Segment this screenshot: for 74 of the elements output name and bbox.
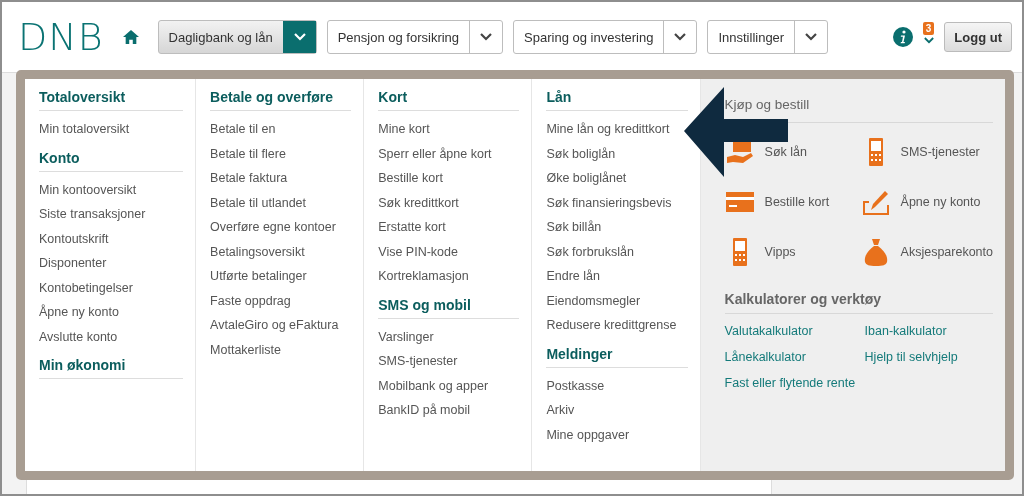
menu-link[interactable]: Søk boliglån — [546, 141, 688, 166]
chevron-icon — [480, 33, 493, 41]
menu-link[interactable]: Søk billån — [546, 215, 688, 240]
info-icon[interactable] — [892, 27, 913, 47]
menu-link[interactable]: Min kontooversikt — [39, 177, 184, 202]
menu-link[interactable]: Mine lån og kredittkort — [546, 117, 688, 142]
menu-link[interactable]: Betale faktura — [210, 166, 352, 191]
nav-dropdown[interactable]: Dagligbank og lån — [157, 20, 317, 54]
menu-link[interactable]: Disponenter — [39, 251, 184, 276]
menu-link[interactable]: Redusere kredittgrense — [546, 313, 688, 338]
section-heading: Kalkulatorer og verktøy — [724, 291, 993, 314]
menu-link[interactable]: Øke boliglånet — [546, 166, 688, 191]
menu-link[interactable]: Kortreklamasjon — [378, 264, 520, 289]
nav-dropdown[interactable]: Sparing og investering — [513, 20, 698, 54]
menu-link[interactable]: BankID på mobil — [378, 398, 520, 423]
menu-link[interactable]: Mine kort — [378, 117, 520, 142]
menu-link[interactable]: Betale til utlandet — [210, 190, 352, 215]
chevron-icon — [674, 33, 687, 41]
menu-link[interactable]: Min totaloversikt — [39, 117, 184, 142]
menu-heading: Kort — [378, 89, 520, 111]
chevron-icon — [805, 33, 818, 41]
chevron-icon — [293, 33, 306, 41]
menu-link[interactable]: Søk lån — [764, 145, 807, 159]
tool-link[interactable]: Iban-kalkulator — [864, 318, 993, 344]
logo[interactable]: DNB — [18, 15, 104, 59]
menu-heading: Betale og overføre — [210, 89, 352, 111]
menu-link[interactable]: Siste transaksjoner — [39, 202, 184, 227]
menu-link[interactable]: Betalingsoversikt — [210, 239, 352, 264]
menu-link[interactable]: Avslutte konto — [39, 324, 184, 349]
menu-link[interactable]: Søk forbrukslån — [546, 239, 688, 264]
menu-link[interactable]: Overføre egne kontoer — [210, 215, 352, 240]
menu-link[interactable]: Sperr eller åpne kort — [378, 141, 520, 166]
menu-link[interactable]: Utførte betalinger — [210, 264, 352, 289]
menu-link[interactable]: Vise PIN-kode — [378, 239, 520, 264]
logout-button[interactable]: Logg ut — [944, 22, 1012, 52]
menu-link[interactable]: Mottakerliste — [210, 337, 352, 362]
menu-link[interactable]: SMS-tjenester — [900, 145, 980, 159]
menu-link[interactable]: SMS-tjenester — [378, 349, 520, 374]
menu-link[interactable]: Faste oppdrag — [210, 288, 352, 313]
menu-link[interactable]: Bestille kort — [764, 195, 830, 209]
menu-heading: SMS og mobil — [378, 296, 520, 319]
menu-link[interactable]: Kontoutskrift — [39, 226, 184, 251]
menu-link[interactable]: Mine oppgaver — [546, 422, 688, 447]
menu-link[interactable]: Betale til flere — [210, 141, 352, 166]
menu-link[interactable]: Aksjesparekonto — [900, 245, 993, 259]
menu-heading: Meldinger — [546, 345, 688, 368]
menu-link[interactable]: Vipps — [764, 245, 796, 259]
menu-heading: Totaloversikt — [39, 89, 184, 111]
tool-link[interactable]: Valutakalkulator — [724, 318, 865, 344]
menu-heading: Lån — [546, 89, 688, 111]
menu-link[interactable]: Varslinger — [378, 324, 520, 349]
nav-dropdown[interactable]: Pensjon og forsikring — [326, 20, 504, 54]
home-icon[interactable] — [121, 29, 140, 45]
menu-link[interactable]: Betale til en — [210, 117, 352, 142]
menu-link[interactable]: Kontobetingelser — [39, 275, 184, 300]
menu-heading: Min økonomi — [39, 357, 184, 379]
tool-link[interactable]: Hjelp til selvhjelp — [864, 344, 993, 370]
menu-link[interactable]: Åpne ny konto — [39, 300, 184, 325]
menu-link[interactable]: Eiendomsmegler — [546, 288, 688, 313]
menu-link[interactable]: Søk finansieringsbevis — [546, 190, 688, 215]
menu-link[interactable]: Arkiv — [546, 398, 688, 423]
menu-link[interactable]: Søk kredittkort — [378, 190, 520, 215]
menu-link[interactable]: Endre lån — [546, 264, 688, 289]
tool-link[interactable]: Fast eller flytende rente — [724, 370, 865, 396]
nav-dropdown[interactable]: Innstillinger — [707, 20, 829, 54]
menu-link[interactable]: Mobilbank og apper — [378, 373, 520, 398]
menu-link[interactable]: Erstatte kort — [378, 215, 520, 240]
menu-link[interactable]: Bestille kort — [378, 166, 520, 191]
tool-link[interactable]: Lånekalkulator — [724, 344, 865, 370]
menu-link[interactable]: Postkasse — [546, 373, 688, 398]
chevron-icon[interactable] — [923, 37, 934, 44]
menu-link[interactable]: Åpne ny konto — [900, 195, 981, 209]
menu-link[interactable]: AvtaleGiro og eFaktura — [210, 313, 352, 338]
menu-heading: Konto — [39, 149, 184, 172]
